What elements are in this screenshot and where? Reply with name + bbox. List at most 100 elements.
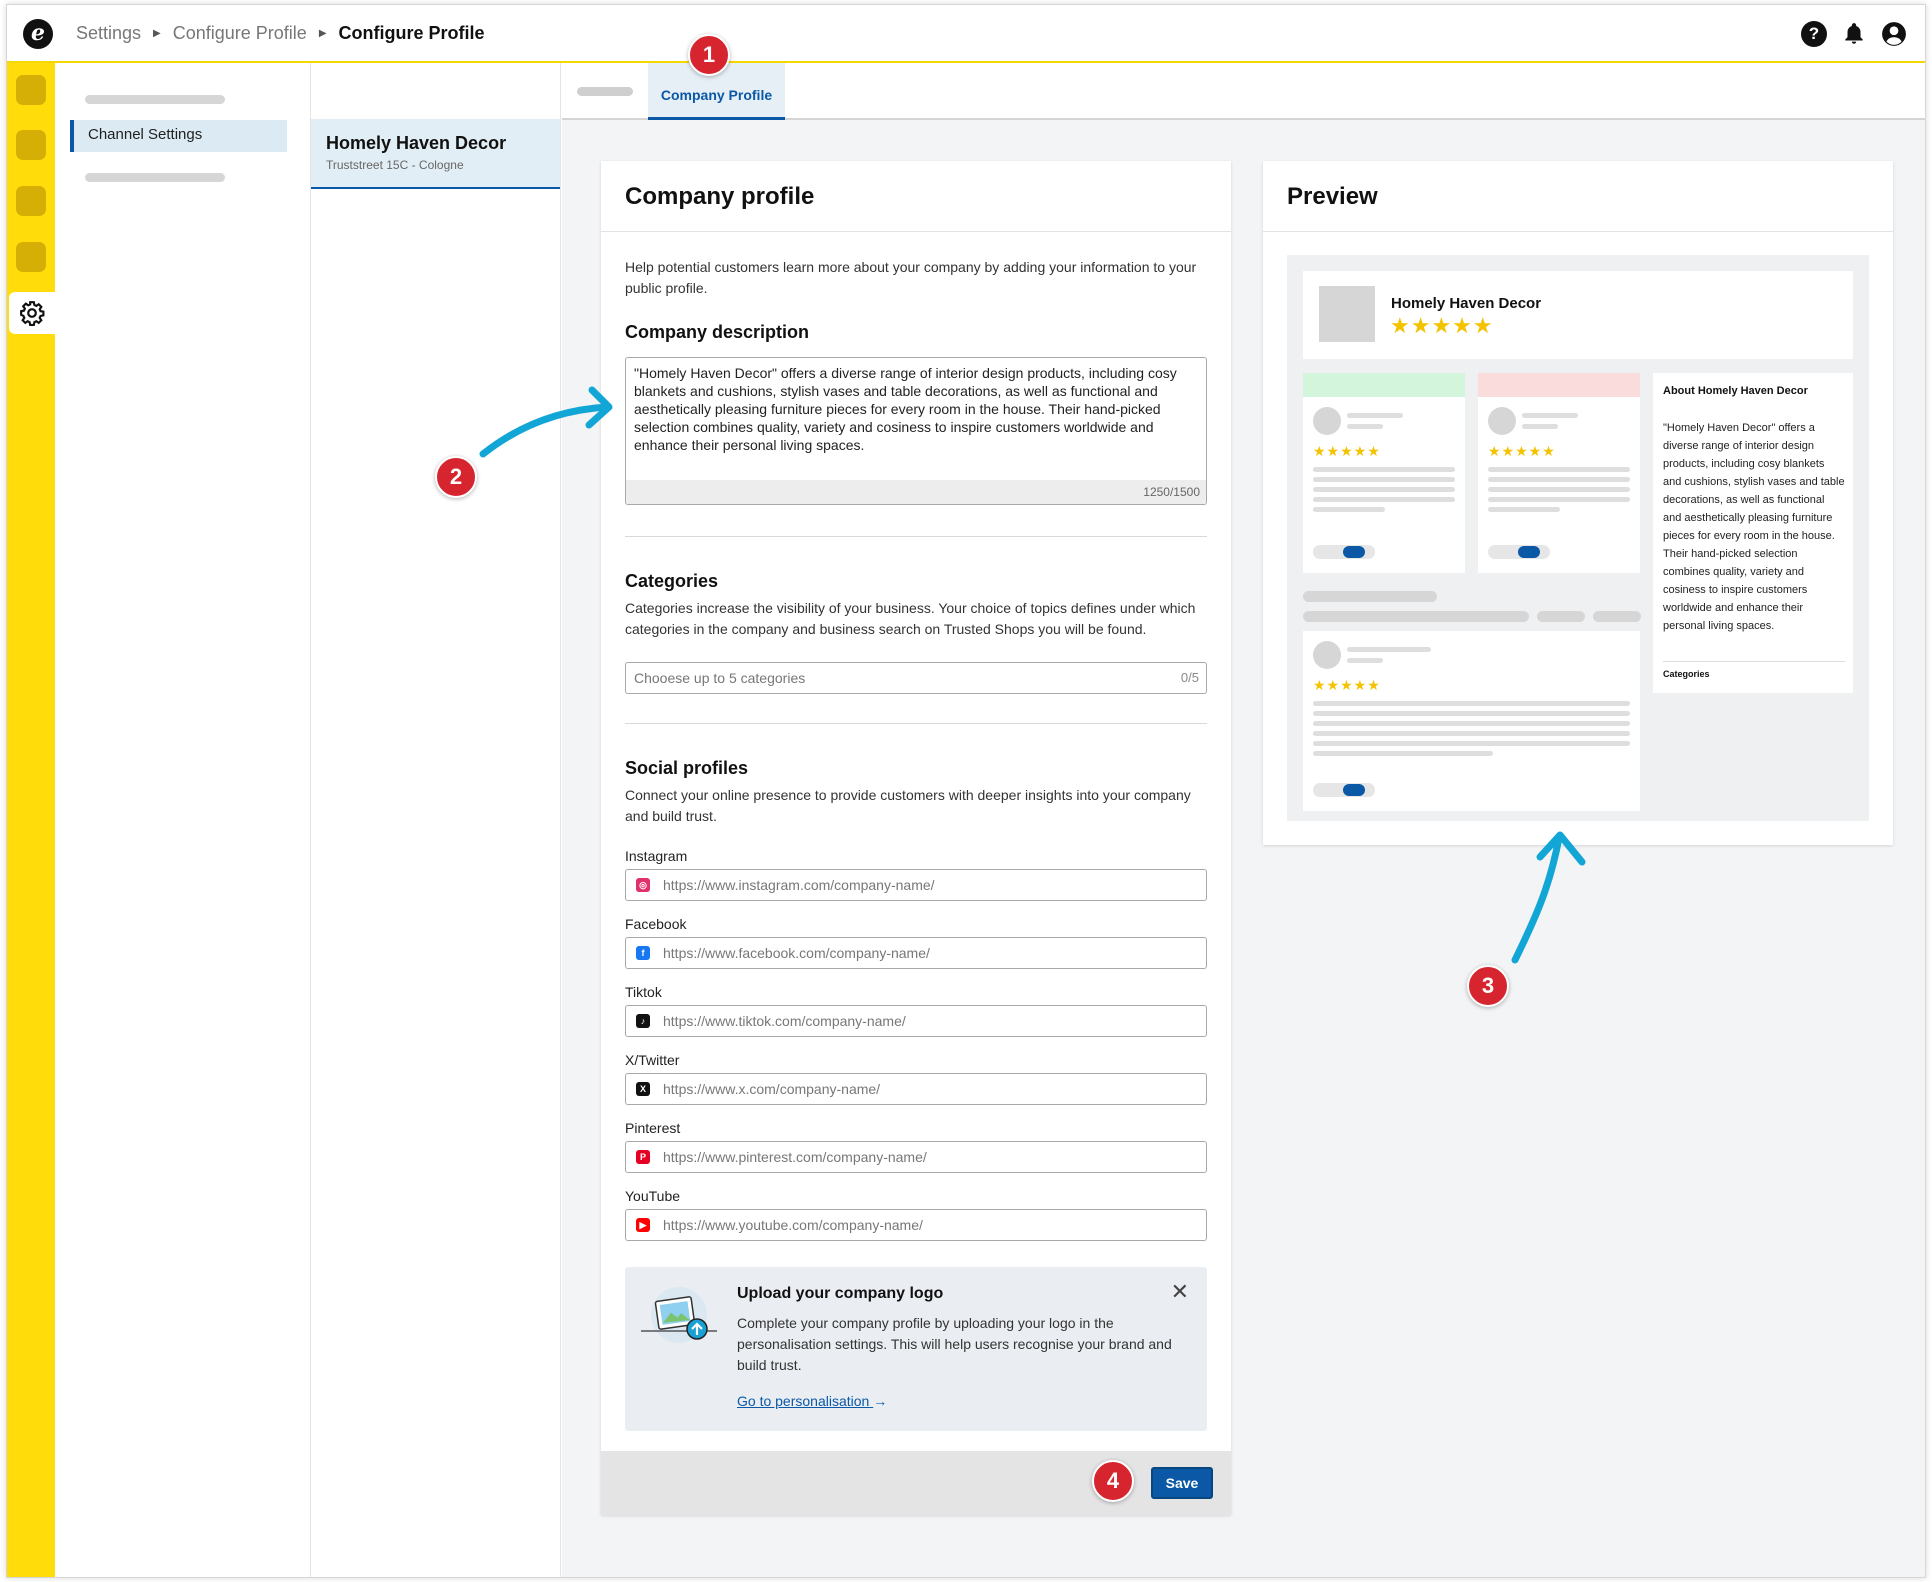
annotation-badge-1: 1 [688,34,730,76]
app-rail [7,63,55,1577]
rail-item-icon[interactable] [16,242,46,272]
toggle [1488,545,1550,559]
upload-logo-notice: Upload your company logo Complete your c… [625,1267,1207,1431]
placeholder-line [1488,487,1630,492]
stars-icon: ★★★★★ [1313,677,1381,693]
tiktok-label: Tiktok [625,984,662,1000]
youtube-input[interactable]: ▶ https://www.youtube.com/company-name/ [625,1209,1207,1241]
intro-text: Help potential customers learn more abou… [625,259,1197,296]
placeholder-line [1488,477,1630,482]
facebook-icon: f [636,946,650,960]
help-icon[interactable]: ? [1801,21,1827,47]
categories-heading: Categories [625,571,719,591]
preview-shop-name: Homely Haven Decor [1391,295,1542,312]
about-categories-label: Categories [1663,669,1710,679]
categories-input[interactable]: Chooese up to 5 categories 0/5 [625,662,1207,694]
placeholder-line [1313,497,1455,502]
placeholder-line [1593,611,1641,622]
breadcrumb-settings[interactable]: Settings [76,23,141,44]
breadcrumb-configure-profile[interactable]: Configure Profile [173,23,307,44]
preview-card: Preview Homely Haven Decor ★★★★★ ★★★★★ ★… [1263,161,1893,845]
tab-placeholder[interactable] [577,87,633,96]
card-footer: Save [601,1451,1231,1515]
shop-item-selected[interactable]: Homely Haven Decor Truststreet 15C - Col… [311,119,560,189]
tiktok-icon: ♪ [636,1014,650,1028]
bell-icon[interactable] [1841,21,1867,47]
avatar [1488,407,1516,435]
settings-nav: Channel Settings [55,63,311,1577]
upload-title: Upload your company logo [737,1285,944,1302]
x-twitter-label: X/Twitter [625,1052,680,1068]
instagram-icon: ◎ [636,878,650,892]
youtube-icon: ▶ [636,1218,650,1232]
description-counter: 1250/1500 [626,480,1206,504]
placeholder-line [1303,611,1529,622]
pinterest-input[interactable]: Phttps://www.pinterest.com/company-name/ [625,1141,1207,1173]
avatar [1313,407,1341,435]
categories-placeholder: Chooese up to 5 categories [634,670,806,686]
placeholder-line [1488,497,1630,502]
rail-item-icon[interactable] [16,75,46,105]
annotation-badge-4: 4 [1092,1460,1134,1502]
preview-about-box: About Homely Haven Decor "Homely Haven D… [1653,373,1853,693]
placeholder-line [1537,611,1585,622]
placeholder-line [1347,424,1383,429]
chevron-right-icon: ▶ [153,28,161,39]
card-title: Company profile [625,183,815,210]
x-icon: X [636,1082,650,1096]
pinterest-label: Pinterest [625,1120,681,1136]
x-twitter-input[interactable]: Xhttps://www.x.com/company-name/ [625,1073,1207,1105]
rail-item-icon[interactable] [16,186,46,216]
instagram-label: Instagram [625,848,688,864]
facebook-input[interactable]: f https://www.facebook.com/company-name/ [625,937,1207,969]
main-content: Company Profile Company profile Help pot… [562,63,1925,1577]
negative-header [1478,373,1640,397]
preview-logo-placeholder [1319,286,1375,342]
nav-placeholder [85,173,225,182]
go-to-personalisation-link[interactable]: Go to personalisation → [737,1391,887,1412]
social-text: Connect your online presence to provide … [625,787,1191,824]
rail-item-icon[interactable] [16,130,46,160]
divider [1663,661,1845,662]
arrow-right-icon: → [873,1393,888,1409]
shop-list: Homely Haven Decor Truststreet 15C - Col… [311,63,561,1577]
placeholder-line [1488,507,1560,512]
save-button[interactable]: Save [1151,1467,1213,1499]
breadcrumb-current: Configure Profile [338,23,485,43]
app-logo[interactable]: e [23,19,53,49]
nav-item-channel-settings[interactable]: Channel Settings [70,120,287,152]
youtube-label: YouTube [625,1188,681,1204]
preview-review-card: ★★★★★ [1303,631,1640,811]
placeholder-line [1347,658,1383,663]
preview-title: Preview [1287,183,1378,210]
categories-counter: 0/5 [1180,670,1199,685]
settings-gear-icon[interactable] [9,292,55,334]
pinterest-icon: P [636,1150,650,1164]
company-description-textarea[interactable]: "Homely Haven Decor" offers a diverse ra… [625,357,1207,505]
placeholder-line [1522,424,1558,429]
facebook-label: Facebook [625,916,687,932]
tab-bar: Company Profile [562,63,1925,120]
description-value: "Homely Haven Decor" offers a diverse ra… [634,365,1177,453]
positive-header [1303,373,1465,397]
about-text: "Homely Haven Decor" offers a diverse ra… [1663,422,1845,632]
toggle [1313,783,1375,797]
close-icon[interactable]: ✕ [1171,1281,1189,1303]
placeholder-line [1313,751,1493,756]
about-title: About Homely Haven Decor [1663,385,1808,397]
account-icon[interactable] [1881,21,1907,47]
instagram-input[interactable]: ◎ https://www.instagram.com/company-name/ [625,869,1207,901]
placeholder-line [1313,731,1630,736]
divider [601,231,1231,232]
tiktok-input[interactable]: ♪ https://www.tiktok.com/company-name/ [625,1005,1207,1037]
description-heading: Company description [625,322,810,342]
toggle [1313,545,1375,559]
annotation-badge-2: 2 [435,456,477,498]
nav-placeholder [85,95,225,104]
placeholder-line [1313,701,1630,706]
divider [625,723,1207,724]
shop-address: Truststreet 15C - Cologne [326,158,464,172]
chevron-right-icon: ▶ [318,28,327,39]
top-icons: ? [1801,21,1907,47]
annotation-badge-3: 3 [1467,965,1509,1007]
